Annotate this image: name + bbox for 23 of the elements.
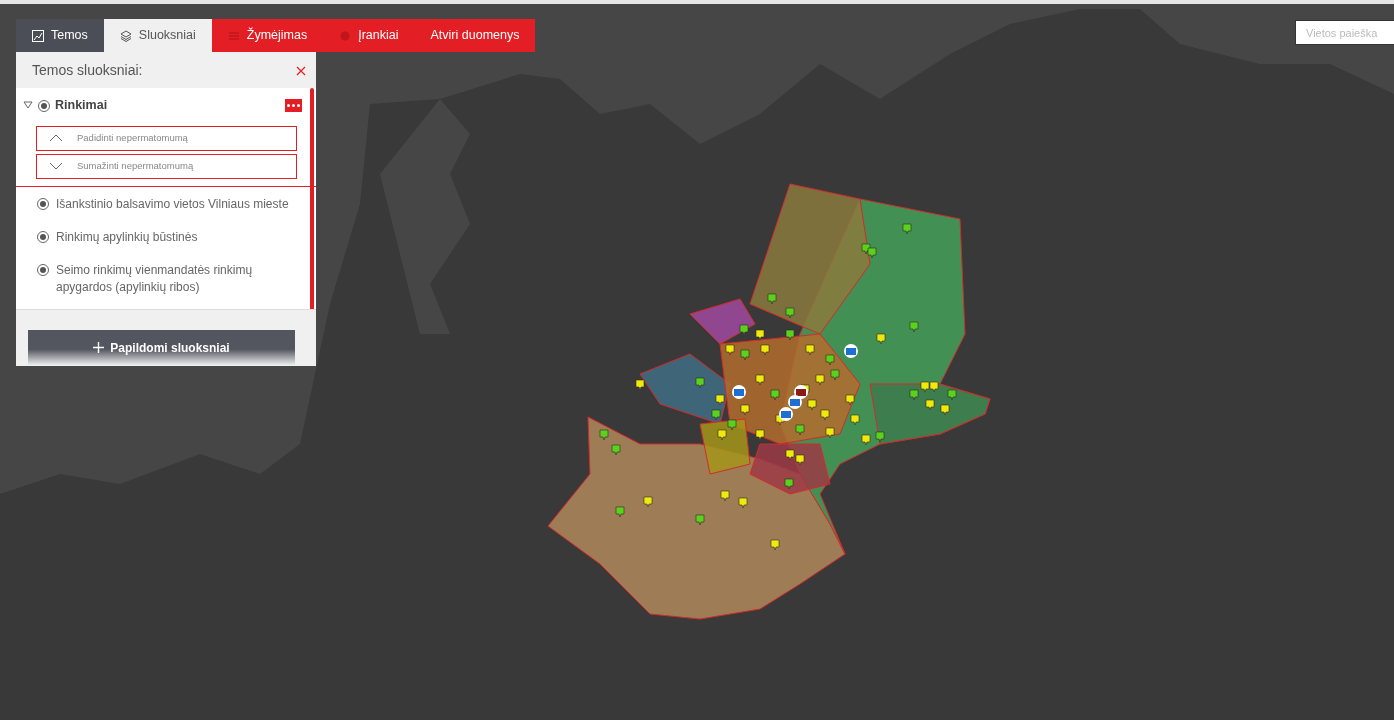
layer-label: Rinkimų apylinkių būstinės: [56, 228, 198, 246]
plus-icon: [93, 342, 105, 353]
add-layers-button[interactable]: Papildomi sluoksniai: [28, 330, 295, 365]
layers-icon: [119, 29, 132, 42]
tab[interactable]: Temos: [16, 19, 104, 52]
opacity-button[interactable]: Sumažinti nepermatomumą: [36, 153, 297, 179]
layer-label: Seimo rinkimų vienmandatės rinkimų apygardos (apylinkių ribos): [56, 261, 254, 296]
chevron-icon: [49, 162, 63, 171]
opacity-button[interactable]: Padidinti nepermatomumą: [36, 125, 297, 151]
search-field[interactable]: Vietos paieška: [1295, 20, 1394, 45]
expand-arrow-icon[interactable]: [23, 101, 33, 110]
tab[interactable]: Žymėjimas: [211, 19, 324, 52]
lines-icon: [227, 29, 240, 42]
group-label: Rinkimai: [55, 97, 108, 114]
tab[interactable]: Atviri duomenys: [414, 19, 536, 52]
more-button[interactable]: [285, 98, 302, 112]
scrollbar[interactable]: [310, 88, 314, 309]
panel-title: Temos sluoksniai:: [32, 60, 143, 80]
chart-icon: [32, 29, 44, 42]
layer-label: Išankstinio balsavimo vietos Vilniaus mieste: [56, 195, 289, 213]
tab[interactable]: Įrankiai: [323, 19, 415, 52]
tab[interactable]: Sluoksniai: [103, 19, 212, 52]
chevron-icon: [49, 134, 63, 143]
